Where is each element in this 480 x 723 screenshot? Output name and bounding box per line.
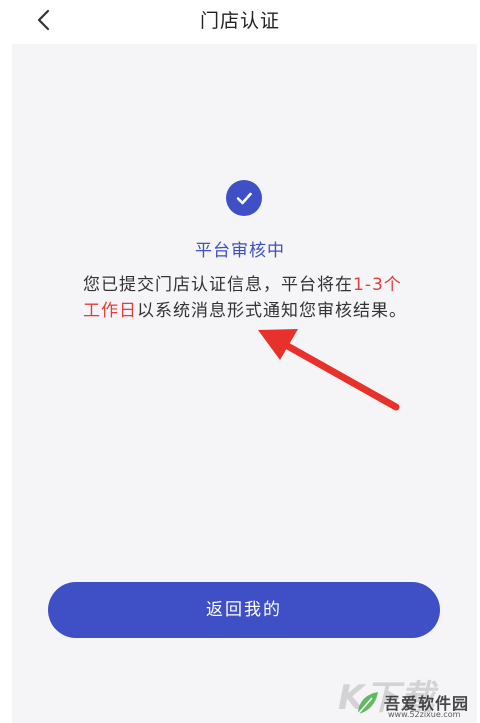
status-title: 平台审核中 — [195, 241, 285, 261]
top-bar: 门店认证 — [0, 0, 480, 44]
message-text: 您已提交门店认证信息，平台将在 — [83, 275, 353, 295]
page-title: 门店认证 — [199, 10, 280, 32]
message-text-end: 以系统消息形式通知您审核结果。 — [137, 301, 407, 321]
return-mine-button[interactable]: 返回我的 — [48, 582, 440, 638]
status-message: 您已提交门店认证信息，平台将在1-3个工作日以系统消息形式通知您审核结果。 — [83, 272, 411, 324]
check-circle-icon — [226, 180, 262, 216]
